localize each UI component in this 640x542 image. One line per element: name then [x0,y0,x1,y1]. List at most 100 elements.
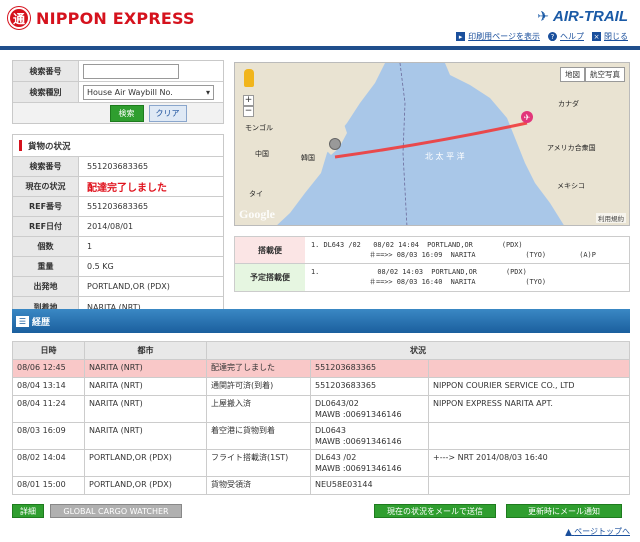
nippon-express-logo[interactable]: 通 NIPPON EXPRESS [8,7,195,29]
loaded-flight-label: 搭載便 [235,237,305,263]
detail-button[interactable]: 詳細 [12,504,44,518]
map-type-map-button[interactable]: 地図 [560,67,585,82]
help-icon: ? [548,32,557,41]
history-cell-date: 08/01 15:00 [12,476,85,495]
map-label-canada: カナダ [558,100,579,108]
left-panel: 検索番号 検索種別 House Air Waybill No. ▾ 検索 クリア… [12,60,224,318]
top-links: ▸ 印刷用ページを表示 ? ヘルプ × 閉じる [456,31,628,42]
search-button[interactable]: 検索 [109,104,144,122]
col-status: 状況 [206,341,630,360]
airtrail-text: AIR-TRAIL [553,8,628,25]
history-cell-status: 上屋搬入済 [206,395,311,423]
clear-button[interactable]: クリア [148,104,187,122]
zoom-in-button[interactable]: + [243,95,254,106]
chevron-down-icon: ▾ [205,87,210,97]
history-cell-city: PORTLAND,OR (PDX) [84,476,207,495]
history-header: ☰ 経歴 [12,309,630,333]
destination-marker-icon[interactable] [329,138,341,150]
arrow-up-icon: ▲ [565,527,572,536]
status-row-number: 検索番号 551203683365 [13,157,223,177]
history-cell-extra [428,476,630,495]
history-cell-extra [428,359,630,378]
scheduled-flight-row: 予定搭載便 1. 08/02 14:03 PORTLAND,OR (PDX) ＃… [235,264,629,291]
email-current-status-button[interactable]: 現在の状況をメールで送信 [374,504,496,518]
history-cell-extra: NIPPON EXPRESS NARITA APT. [428,395,630,423]
status-row-origin: 出発地 PORTLAND,OR (PDX) [13,277,223,297]
map-label-korea: 韓国 [301,154,315,162]
page-top-link[interactable]: ▲ ページトップへ [565,526,630,537]
history-row: 08/04 13:14 NARITA (NRT) 通関許可済(到着) 55120368… [12,377,630,396]
history-cell-detail: DL643 /02 MAWB :00691346146 [310,449,429,477]
current-status-value: 配達完了しました [79,177,223,197]
print-icon: ▸ [456,32,466,41]
map-type-satellite-button[interactable]: 航空写真 [585,67,625,82]
search-type-label: 検索種別 [13,82,79,103]
history-cell-status: 貨物受領済 [206,476,311,495]
close-icon: × [592,32,601,41]
col-date: 日時 [12,341,85,360]
search-buttons: 検索 クリア [13,103,223,123]
search-number-input[interactable] [83,63,179,79]
flight-info: 搭載便 1. DL643 /02 08/02 14:04 PORTLAND,OR… [234,236,630,292]
history-row: 08/01 15:00 PORTLAND,OR (PDX) 貨物受領済 NEU58E0… [12,476,630,495]
search-type-row: 検索種別 House Air Waybill No. ▾ [13,82,223,103]
google-logo: Google [239,207,275,221]
footer-buttons: 詳細 GLOBAL CARGO WATCHER 現在の状況をメールで送信 更新時… [12,504,630,519]
status-row-weight: 重量 0.5 KG [13,257,223,277]
history-row: 08/02 14:04 PORTLAND,OR (PDX) フライト搭載済(1ST)… [12,449,630,477]
list-icon: ☰ [16,315,29,327]
history-cell-date: 08/04 11:24 [12,395,85,423]
print-link[interactable]: ▸ 印刷用ページを表示 [456,31,540,42]
zoom-out-button[interactable]: − [243,106,254,117]
search-number-label: 検索番号 [13,61,79,82]
help-link[interactable]: ? ヘルプ [548,31,584,42]
history-cell-city: NARITA (NRT) [84,377,207,396]
header-divider [0,46,640,50]
map-label-mongolia: モンゴル [245,124,273,132]
map-label-china: 中国 [255,150,269,158]
history-cell-detail: NEU58E03144 [310,476,429,495]
email-on-update-button[interactable]: 更新時にメール通知 [506,504,622,518]
close-link[interactable]: × 閉じる [592,31,628,42]
map-type-control: 地図 航空写真 [560,67,625,82]
history-cell-detail: DL0643/02 MAWB :00691346146 [310,395,429,423]
route-map[interactable]: + − 地図 航空写真 モンゴル 中国 韓国 タイ 北 太 平 洋 カナダ アメ… [234,62,630,226]
history-row: 08/03 16:09 NARITA (NRT) 着空港に貨物到着 DL0643 MA… [12,422,630,450]
history-cell-date: 08/02 14:04 [12,449,85,477]
status-row-pieces: 個数 1 [13,237,223,257]
street-view-pegman[interactable] [244,69,254,87]
history-cell-city: NARITA (NRT) [84,359,207,378]
search-type-select[interactable]: House Air Waybill No. ▾ [83,84,214,100]
scheduled-flight-label: 予定搭載便 [235,264,305,291]
col-city: 都市 [84,341,207,360]
logo-mark-icon: 通 [8,7,30,29]
history-section: ☰ 経歴 日時 都市 状況 08/06 12:45 NARITA (NRT) 配達完… [12,309,630,495]
status-row-ref-date: REF日付 2014/08/01 [13,217,223,237]
search-number-row: 検索番号 [13,61,223,82]
history-cell-date: 08/03 16:09 [12,422,85,450]
zoom-control: + − [243,95,254,117]
history-cell-status: 通関許可済(到着) [206,377,311,396]
airplane-icon: ✈ [537,8,549,25]
history-cell-detail: DL0643 MAWB :00691346146 [310,422,429,450]
origin-airplane-pin-icon[interactable]: ✈ [521,111,533,123]
map-terms-link[interactable]: 利用規約 [596,213,626,223]
header: 通 NIPPON EXPRESS ✈ AIR-TRAIL ▸ 印刷用ページを表示 … [0,0,640,50]
history-row: 08/06 12:45 NARITA (NRT) 配達完了しました 551203683… [12,359,630,378]
airtrail-logo: ✈ AIR-TRAIL [537,8,628,25]
global-cargo-watcher-button[interactable]: GLOBAL CARGO WATCHER [50,504,182,518]
status-row-ref: REF番号 551203683365 [13,197,223,217]
search-form: 検索番号 検索種別 House Air Waybill No. ▾ 検索 クリア [12,60,224,124]
history-cell-extra: NIPPON COURIER SERVICE CO., LTD [428,377,630,396]
history-cell-status: 着空港に貨物到着 [206,422,311,450]
cargo-status-title: 貨物の状況 [13,135,223,157]
logo-text: NIPPON EXPRESS [36,8,195,28]
map-label-pacific: 北 太 平 洋 [425,152,465,161]
history-cell-status: 配達完了しました [206,359,311,378]
status-row-current: 現在の状況 配達完了しました [13,177,223,197]
history-cell-city: PORTLAND,OR (PDX) [84,449,207,477]
history-cell-status: フライト搭載済(1ST) [206,449,311,477]
history-header-row: 日時 都市 状況 [12,341,630,360]
title-accent-bar [19,140,22,151]
loaded-flight-row: 搭載便 1. DL643 /02 08/02 14:04 PORTLAND,OR… [235,237,629,264]
